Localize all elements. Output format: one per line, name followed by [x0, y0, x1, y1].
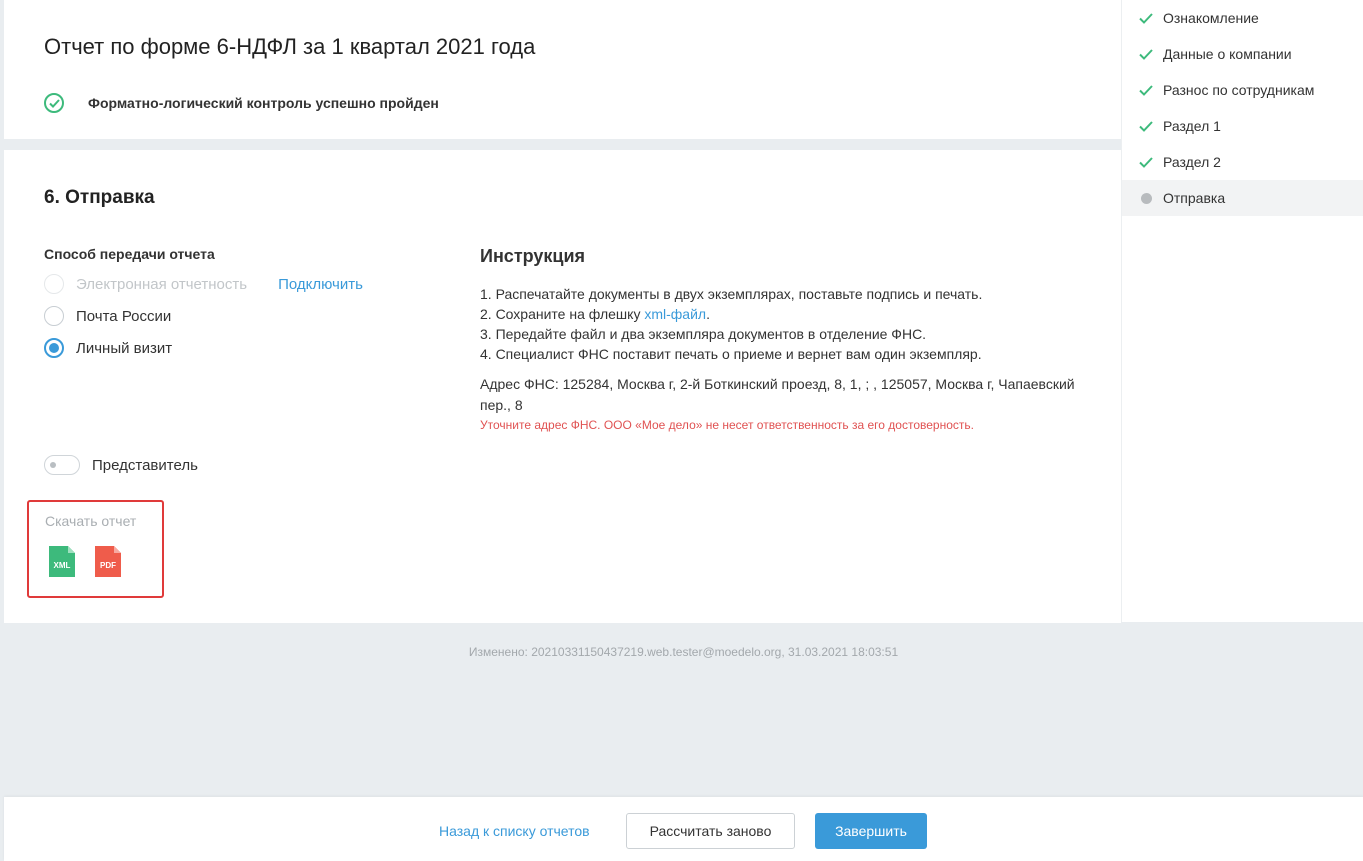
modified-info: Изменено: 20210331150437219.web.tester@m… — [468, 645, 899, 659]
step-item-sending[interactable]: Отправка — [1122, 180, 1363, 216]
check-icon — [1138, 46, 1154, 62]
step-label: Разнос по сотрудникам — [1163, 82, 1315, 98]
check-circle-icon — [44, 93, 64, 113]
current-step-dot-icon — [1138, 190, 1154, 206]
xml-file-link[interactable]: xml-файл — [644, 306, 706, 322]
address-warning: Уточните адрес ФНС. ООО «Мое дело» не не… — [480, 418, 974, 432]
instruction-step-3: 3. Передайте файл и два экземпляра докум… — [480, 326, 927, 342]
step-item-employees[interactable]: Разнос по сотрудникам — [1122, 72, 1363, 108]
instruction-step-2-end: . — [706, 306, 710, 322]
validation-status: Форматно-логический контроль успешно про… — [44, 93, 439, 113]
recalculate-button[interactable]: Рассчитать заново — [626, 813, 795, 849]
check-icon — [1138, 10, 1154, 26]
radio-electronic — [44, 274, 64, 294]
representative-label: Представитель — [92, 456, 198, 474]
transfer-method-label: Способ передачи отчета — [44, 246, 215, 262]
steps-sidebar: Ознакомление Данные о компании Разнос по… — [1121, 0, 1363, 622]
validation-text: Форматно-логический контроль успешно про… — [88, 95, 439, 111]
option-electronic: Электронная отчетность Подключить — [44, 274, 444, 294]
instruction-step-1: 1. Распечатайте документы в двух экземпл… — [480, 286, 983, 302]
sending-section-card: 6. Отправка Способ передачи отчета Элект… — [4, 150, 1121, 623]
step-label: Отправка — [1163, 190, 1226, 206]
report-header-card: Отчет по форме 6-НДФЛ за 1 квартал 2021 … — [4, 0, 1121, 139]
radio-post[interactable] — [44, 306, 64, 326]
instruction-title: Инструкция — [480, 246, 586, 266]
transfer-method-panel: Способ передачи отчета Электронная отчет… — [44, 246, 444, 358]
footer-bar: Назад к списку отчетов Рассчитать заново… — [4, 797, 1363, 861]
step-label: Ознакомление — [1163, 10, 1259, 26]
download-title: Скачать отчет — [45, 513, 137, 529]
download-report-box: Скачать отчет XML PDF — [27, 500, 164, 598]
step-item-section-1[interactable]: Раздел 1 — [1122, 108, 1363, 144]
instruction-panel: Инструкция 1. Распечатайте документы в д… — [480, 246, 1080, 432]
check-icon — [1138, 154, 1154, 170]
finish-button[interactable]: Завершить — [815, 813, 927, 849]
option-post[interactable]: Почта России — [44, 306, 444, 326]
xml-file-label: XML — [54, 561, 71, 570]
representative-toggle-row[interactable]: Представитель — [44, 455, 198, 475]
back-to-reports-link[interactable]: Назад к списку отчетов — [439, 823, 590, 839]
option-electronic-label: Электронная отчетность — [76, 275, 248, 293]
page-title: Отчет по форме 6-НДФЛ за 1 квартал 2021 … — [44, 34, 536, 59]
option-personal-visit-label[interactable]: Личный визит — [76, 340, 172, 357]
step-label: Раздел 1 — [1163, 118, 1221, 134]
instruction-step-2-text: 2. Сохраните на флешку — [480, 306, 645, 322]
step-label: Данные о компании — [1163, 46, 1292, 62]
step-label: Раздел 2 — [1163, 154, 1221, 170]
step-item-intro[interactable]: Ознакомление — [1122, 0, 1363, 36]
representative-toggle[interactable] — [44, 455, 80, 475]
instruction-step-2: 2. Сохраните на флешку xml-файл. — [480, 304, 1080, 324]
radio-personal-visit[interactable] — [44, 338, 64, 358]
check-icon — [1138, 118, 1154, 134]
step-item-company-data[interactable]: Данные о компании — [1122, 36, 1363, 72]
pdf-file-label: PDF — [100, 561, 116, 570]
option-post-label[interactable]: Почта России — [76, 308, 171, 325]
section-title: 6. Отправка — [44, 187, 155, 208]
xml-file-icon[interactable]: XML — [49, 546, 75, 577]
instruction-step-4: 4. Специалист ФНС поставит печать о прие… — [480, 346, 982, 362]
connect-link[interactable]: Подключить — [278, 276, 363, 293]
option-personal-visit[interactable]: Личный визит — [44, 338, 444, 358]
check-icon — [1138, 82, 1154, 98]
step-item-section-2[interactable]: Раздел 2 — [1122, 144, 1363, 180]
pdf-file-icon[interactable]: PDF — [95, 546, 121, 577]
main-content: Отчет по форме 6-НДФЛ за 1 квартал 2021 … — [4, 0, 1121, 623]
fns-address: Адрес ФНС: 125284, Москва г, 2-й Боткинс… — [480, 376, 1075, 413]
